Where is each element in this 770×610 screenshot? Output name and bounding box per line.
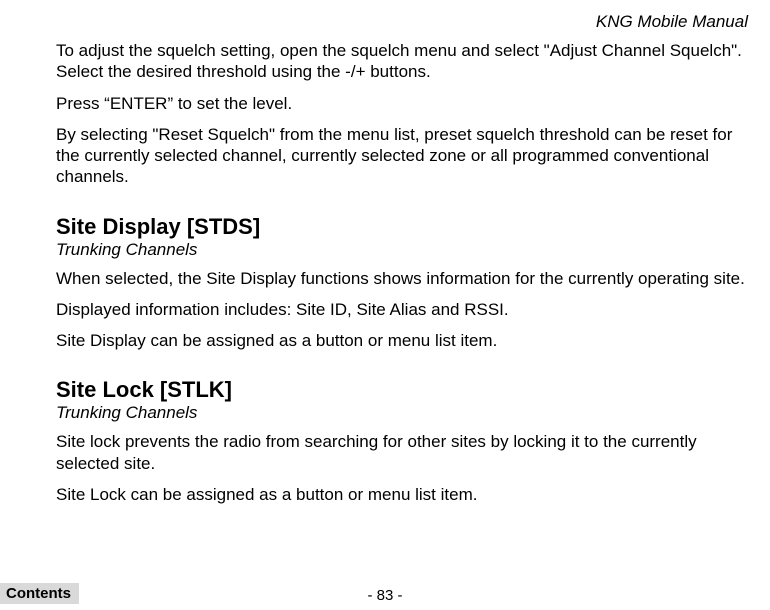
section-subheading-site-display: Trunking Channels	[56, 240, 748, 260]
section-heading-site-lock: Site Lock [STLK]	[56, 377, 748, 403]
page-header: KNG Mobile Manual	[56, 12, 748, 32]
site-lock-p1: Site lock prevents the radio from search…	[56, 431, 748, 474]
contents-button[interactable]: Contents	[0, 583, 79, 604]
manual-title: KNG Mobile Manual	[596, 12, 748, 31]
site-display-p1: When selected, the Site Display function…	[56, 268, 748, 289]
intro-paragraph-3: By selecting "Reset Squelch" from the me…	[56, 124, 748, 188]
intro-paragraph-1: To adjust the squelch setting, open the …	[56, 40, 748, 83]
section-heading-site-display: Site Display [STDS]	[56, 214, 748, 240]
site-display-p3: Site Display can be assigned as a button…	[56, 330, 748, 351]
document-page: KNG Mobile Manual To adjust the squelch …	[0, 0, 770, 505]
page-number: - 83 -	[367, 587, 402, 604]
site-lock-p2: Site Lock can be assigned as a button or…	[56, 484, 748, 505]
intro-paragraph-2: Press “ENTER” to set the level.	[56, 93, 748, 114]
site-display-p2: Displayed information includes: Site ID,…	[56, 299, 748, 320]
section-subheading-site-lock: Trunking Channels	[56, 403, 748, 423]
